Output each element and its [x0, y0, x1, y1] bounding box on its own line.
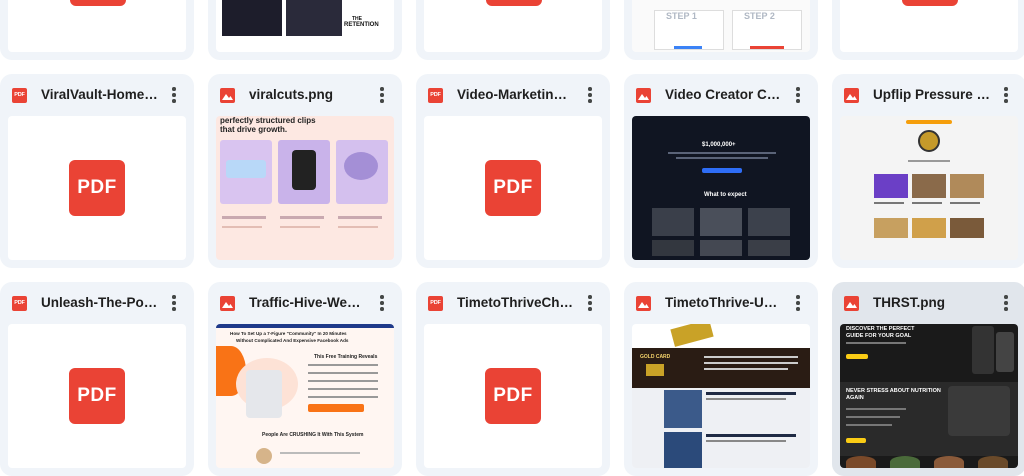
file-thumbnail: [424, 0, 602, 52]
thumb-text: What to expect: [704, 192, 747, 198]
file-name: TimetoThrive-U…: [665, 295, 778, 310]
file-card-partial-2[interactable]: THE RETENTION: [208, 0, 402, 60]
image-file-icon: [636, 296, 651, 311]
file-name: viralcuts.png: [249, 87, 334, 102]
file-name: Unleash-The-Po…: [41, 295, 158, 310]
file-thumbnail: PDF: [424, 324, 602, 468]
file-card-header: THRST.png: [832, 282, 1024, 324]
more-options-icon[interactable]: [372, 292, 392, 314]
thumb-text: AGAIN: [846, 395, 864, 401]
file-card[interactable]: PDF ViralVault-Home… PDF: [0, 74, 194, 268]
file-card[interactable]: PDF Unleash-The-Po… PDF: [0, 282, 194, 476]
image-file-icon: [844, 296, 859, 311]
file-thumbnail: perfectly structured clips that drive gr…: [216, 116, 394, 260]
file-name: Upflip Pressure …: [873, 87, 991, 102]
pdf-file-icon: PDF: [12, 88, 27, 103]
more-options-icon[interactable]: [788, 84, 808, 106]
thumb-text: This Free Training Reveals: [314, 354, 378, 360]
file-thumbnail: THE RETENTION: [216, 0, 394, 52]
pdf-badge-icon: PDF: [69, 160, 125, 216]
thumb-text: GOLD CARD: [640, 354, 671, 360]
file-card-selected[interactable]: THRST.png DISCOVER THE PERFECT GUIDE FOR…: [832, 282, 1024, 476]
pdf-file-icon: PDF: [428, 88, 443, 103]
file-thumbnail: $1,000,000+ What to expect: [632, 116, 810, 260]
more-options-icon[interactable]: [996, 84, 1016, 106]
thumb-text: perfectly structured clips: [220, 116, 316, 125]
pdf-file-icon: PDF: [428, 296, 443, 311]
file-thumbnail: DISCOVER THE PERFECT GUIDE FOR YOUR GOAL…: [840, 324, 1018, 468]
file-name: TimetoThriveCh…: [457, 295, 574, 310]
pdf-badge-icon: PDF: [69, 368, 125, 424]
image-file-icon: [636, 88, 651, 103]
more-options-icon[interactable]: [580, 292, 600, 314]
file-card[interactable]: PDF Video-Marketin… PDF: [416, 74, 610, 268]
file-card[interactable]: viralcuts.png perfectly structured clips…: [208, 74, 402, 268]
thumb-text: DISCOVER THE PERFECT: [846, 326, 915, 332]
more-options-icon[interactable]: [164, 292, 184, 314]
thumb-text: RETENTION: [344, 22, 379, 28]
file-card[interactable]: TimetoThrive-U… GOLD CARD: [624, 282, 818, 476]
more-options-icon[interactable]: [164, 84, 184, 106]
thumb-text: $1,000,000+: [702, 142, 736, 148]
file-card[interactable]: Video Creator C… $1,000,000+ What to exp…: [624, 74, 818, 268]
thumb-text: Without Complicated And Expensive Facebo…: [236, 338, 349, 343]
thumb-text: GUIDE FOR YOUR GOAL: [846, 333, 912, 339]
thumb-text: NEVER STRESS ABOUT NUTRITION: [846, 388, 941, 394]
thumb-text: How To Set Up a 7-Figure "Community" In …: [230, 331, 347, 336]
thumb-text: that drive growth.: [220, 125, 288, 134]
image-file-icon: [220, 88, 235, 103]
file-thumbnail: PDF: [424, 116, 602, 260]
file-thumbnail: [840, 116, 1018, 260]
file-card-header: PDF Video-Marketin…: [416, 74, 610, 116]
more-options-icon[interactable]: [580, 84, 600, 106]
image-file-icon: [220, 296, 235, 311]
pdf-file-icon: PDF: [12, 296, 27, 311]
file-thumbnail: STEP 1 STEP 2: [632, 0, 810, 52]
more-options-icon[interactable]: [372, 84, 392, 106]
file-grid: THE RETENTION STEP 1 STEP 2 PDF ViralVau…: [0, 0, 1024, 476]
file-card-partial-3[interactable]: [416, 0, 610, 60]
thumb-text: People Are CRUSHING It With This System: [262, 432, 364, 438]
file-card-header: viralcuts.png: [208, 74, 402, 116]
file-name: THRST.png: [873, 295, 945, 310]
thumb-text: STEP 1: [666, 11, 697, 21]
file-name: ViralVault-Home…: [41, 87, 158, 102]
file-thumbnail: How To Set Up a 7-Figure "Community" In …: [216, 324, 394, 468]
file-name: Video Creator C…: [665, 87, 781, 102]
more-options-icon[interactable]: [996, 292, 1016, 314]
file-card-header: PDF Unleash-The-Po…: [0, 282, 194, 324]
file-thumbnail: PDF: [8, 324, 186, 468]
file-card-partial-5[interactable]: [832, 0, 1024, 60]
file-card-header: Upflip Pressure …: [832, 74, 1024, 116]
pdf-badge-icon: PDF: [485, 368, 541, 424]
file-card-header: Traffic-Hive-We…: [208, 282, 402, 324]
file-card-partial-1[interactable]: [0, 0, 194, 60]
file-card-partial-4[interactable]: STEP 1 STEP 2: [624, 0, 818, 60]
file-card[interactable]: PDF TimetoThriveCh… PDF: [416, 282, 610, 476]
file-card-header: Video Creator C…: [624, 74, 818, 116]
file-card[interactable]: Upflip Pressure …: [832, 74, 1024, 268]
file-thumbnail: PDF: [8, 116, 186, 260]
more-options-icon[interactable]: [788, 292, 808, 314]
file-card-header: PDF ViralVault-Home…: [0, 74, 194, 116]
thumb-text: STEP 2: [744, 11, 775, 21]
file-thumbnail: [840, 0, 1018, 52]
file-thumbnail: [8, 0, 186, 52]
file-thumbnail: GOLD CARD: [632, 324, 810, 468]
file-name: Traffic-Hive-We…: [249, 295, 361, 310]
file-card-header: TimetoThrive-U…: [624, 282, 818, 324]
file-name: Video-Marketin…: [457, 87, 568, 102]
file-card-header: PDF TimetoThriveCh…: [416, 282, 610, 324]
file-card[interactable]: Traffic-Hive-We… How To Set Up a 7-Figur…: [208, 282, 402, 476]
image-file-icon: [844, 88, 859, 103]
pdf-badge-icon: PDF: [485, 160, 541, 216]
